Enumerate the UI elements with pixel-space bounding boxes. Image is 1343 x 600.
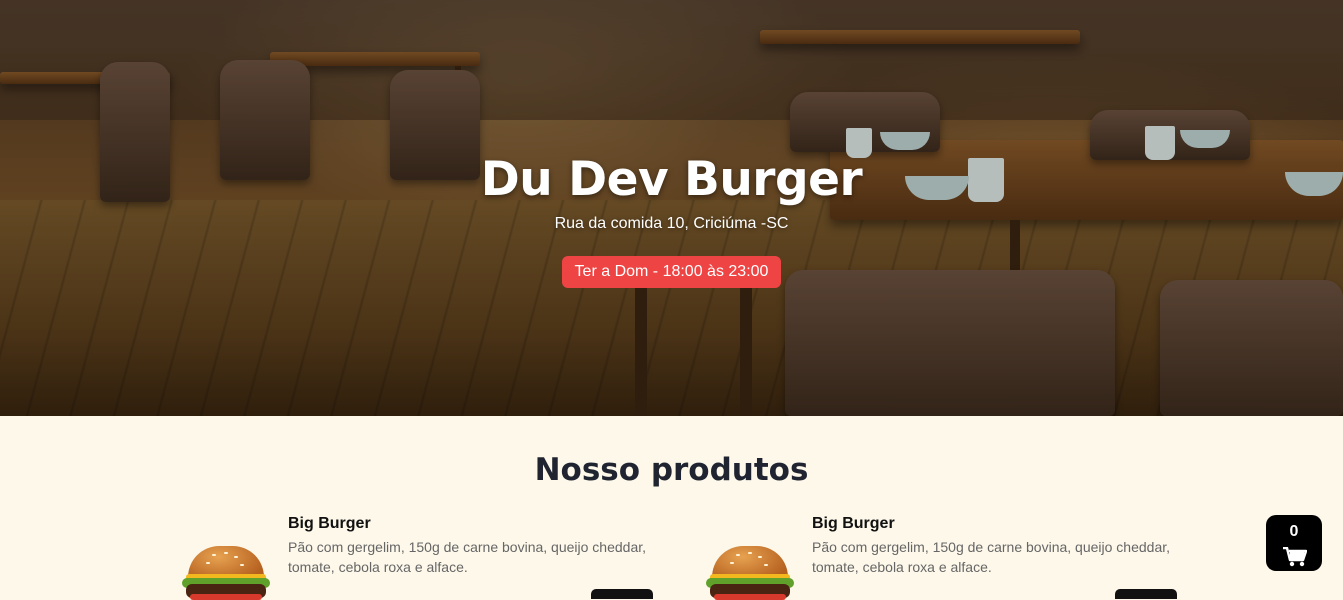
cart-icon [1283, 547, 1307, 567]
add-to-cart-button[interactable] [591, 589, 653, 599]
product-card: Big Burger Pão com gergelim, 150g de car… [176, 514, 676, 600]
add-to-cart-button[interactable] [1115, 589, 1177, 599]
cart-count: 0 [1289, 523, 1299, 540]
burger-icon [176, 528, 276, 600]
product-name: Big Burger [812, 515, 895, 532]
product-description: Pão com gergelim, 150g de carne bovina, … [288, 539, 647, 575]
burger-icon [700, 528, 800, 600]
hero-banner: Du Dev Burger Rua da comida 10, Criciúma… [0, 0, 1343, 416]
products-section-title: Nosso produtos [534, 452, 809, 488]
product-card: Big Burger Pão com gergelim, 150g de car… [700, 514, 1200, 600]
product-name: Big Burger [288, 515, 371, 532]
product-description: Pão com gergelim, 150g de carne bovina, … [812, 539, 1171, 575]
opening-hours-badge: Ter a Dom - 18:00 às 23:00 [562, 256, 781, 288]
cart-button[interactable]: 0 [1266, 515, 1322, 571]
restaurant-name: Du Dev Burger [480, 152, 863, 207]
restaurant-address: Rua da comida 10, Criciúma -SC [554, 215, 789, 232]
hero-overlay [0, 0, 1343, 416]
